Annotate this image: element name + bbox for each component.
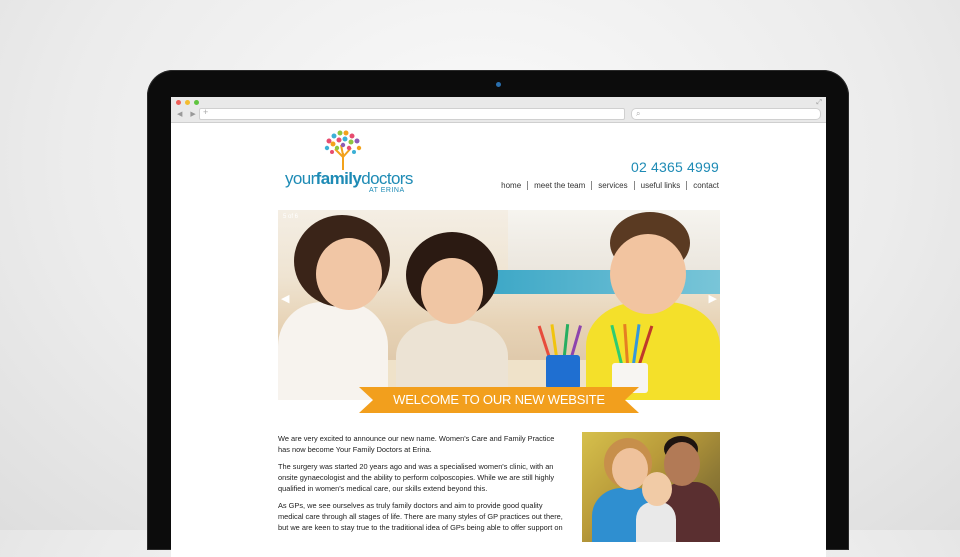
phone-number[interactable]: 02 4365 4999	[631, 159, 719, 175]
intro-paragraph: As GPs, we see ourselves as truly family…	[278, 501, 563, 532]
new-tab-icon[interactable]: +	[203, 107, 208, 117]
banner-ribbon-end	[359, 387, 373, 413]
pencil-cup	[546, 355, 580, 389]
nav-link-useful-links[interactable]: useful links	[633, 181, 687, 190]
child-figure	[316, 238, 382, 310]
back-forward-icon[interactable]: ◀ ▶	[177, 110, 199, 118]
address-bar[interactable]: +	[199, 107, 625, 120]
banner-ribbon-end	[625, 387, 639, 413]
intro-paragraph: The surgery was started 20 years ago and…	[278, 462, 555, 493]
close-window-button[interactable]	[176, 100, 181, 105]
webcam	[496, 82, 501, 87]
browser-window: ◀ ▶ + ⌕ ⤢ yourfamilydoctors AT ERINA 02 …	[171, 97, 826, 557]
browser-toolbar: ◀ ▶ + ⌕ ⤢	[171, 97, 826, 123]
family-photo	[582, 432, 720, 542]
nav-link-contact[interactable]: contact	[686, 181, 719, 190]
child-figure	[610, 234, 686, 314]
previous-slide-arrow-icon[interactable]: ◀	[281, 292, 289, 305]
laptop-frame: ◀ ▶ + ⌕ ⤢ yourfamilydoctors AT ERINA 02 …	[147, 70, 849, 557]
welcome-banner-text: WELCOME TO OUR NEW WEBSITE	[373, 387, 625, 413]
logo-subtitle: AT ERINA	[369, 187, 405, 194]
child-figure	[278, 302, 388, 400]
fullscreen-icon[interactable]: ⤢	[816, 99, 822, 107]
next-slide-arrow-icon[interactable]: ▶	[709, 292, 717, 305]
nav-link-home[interactable]: home	[495, 181, 527, 190]
intro-paragraph: We are very excited to announce our new …	[278, 434, 555, 454]
intro-text: We are very excited to announce our new …	[278, 433, 566, 539]
maximize-window-button[interactable]	[194, 100, 199, 105]
nav-link-services[interactable]: services	[591, 181, 633, 190]
child-figure	[421, 258, 483, 324]
hero-slideshow: 5 of 6 ◀ ▶	[278, 210, 720, 400]
browser-search-input[interactable]: ⌕	[631, 108, 821, 120]
nav-link-meet-the-team[interactable]: meet the team	[527, 181, 591, 190]
family-figure	[642, 472, 672, 506]
search-icon: ⌕	[636, 109, 641, 118]
site-logo[interactable]: yourfamilydoctors AT ERINA	[285, 129, 413, 195]
slide-counter: 5 of 6	[283, 214, 299, 220]
welcome-banner: WELCOME TO OUR NEW WEBSITE	[359, 387, 639, 413]
tree-logo-icon	[324, 130, 362, 170]
family-figure	[636, 502, 676, 542]
main-navigation: home meet the team services useful links…	[495, 181, 719, 190]
logo-wordmark: yourfamilydoctors	[285, 169, 413, 188]
minimize-window-button[interactable]	[185, 100, 190, 105]
